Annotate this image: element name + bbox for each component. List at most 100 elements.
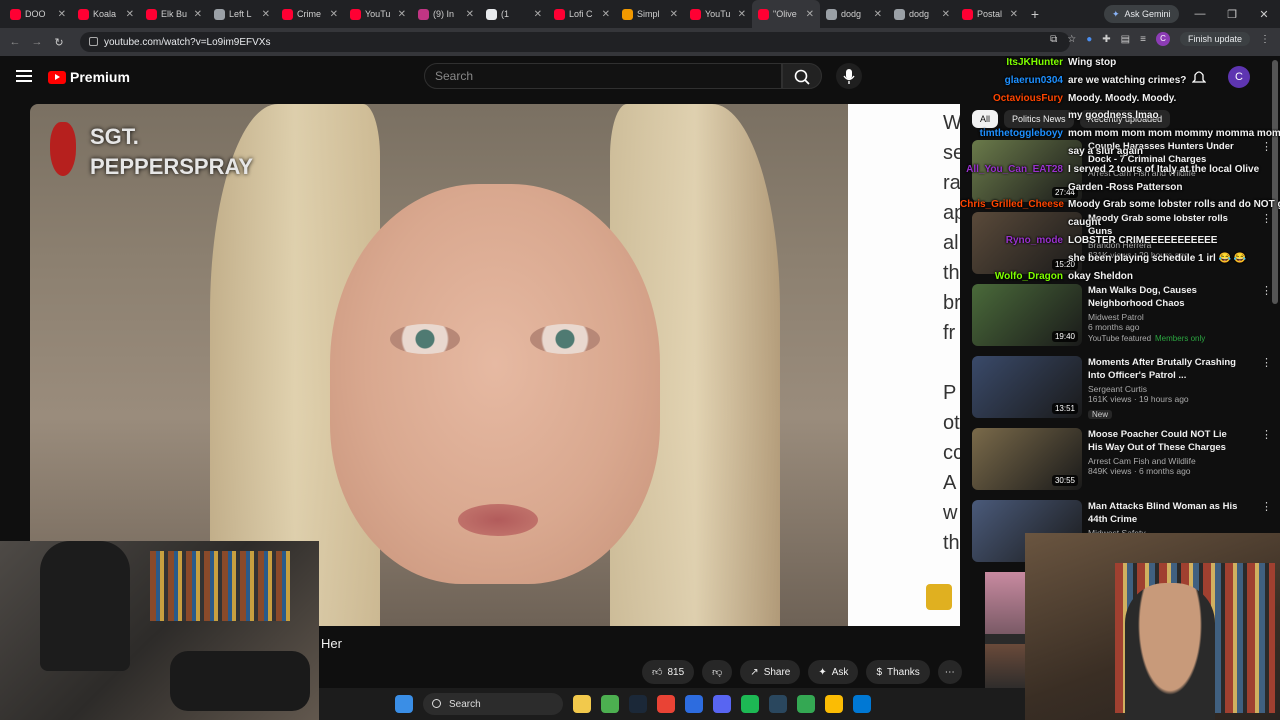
app-icon[interactable] — [685, 695, 703, 713]
recommendation-title[interactable]: Moose Poacher Could NOT Lie His Way Out … — [1088, 428, 1238, 454]
terminal-icon[interactable] — [601, 695, 619, 713]
file-explorer-icon[interactable] — [573, 695, 591, 713]
video-side-text: Wse ra ap al th br fr Pot cc Aw th — [848, 104, 960, 626]
more-options-icon[interactable]: ⋮ — [1261, 500, 1272, 513]
tab-close-icon[interactable]: ✕ — [806, 9, 814, 20]
browser-tab[interactable]: DOO ✕ — [4, 0, 72, 28]
tab-close-icon[interactable]: ✕ — [942, 9, 950, 20]
browser-tab[interactable]: (9) In ✕ — [412, 0, 480, 28]
search-button[interactable] — [782, 63, 822, 89]
chat-message: caught — [960, 214, 1280, 232]
chat-username[interactable]: Wolfo_Dragon — [960, 268, 1068, 286]
tab-close-icon[interactable]: ✕ — [466, 9, 474, 20]
site-info-icon[interactable] — [89, 37, 98, 46]
chat-username[interactable]: Ryno_mode — [960, 232, 1068, 250]
chat-username[interactable]: OctaviousFury — [960, 90, 1068, 108]
browser-tab[interactable]: Elk Bu ✕ — [140, 0, 208, 28]
browser-tab[interactable]: Lofi C ✕ — [548, 0, 616, 28]
forward-icon[interactable]: → — [26, 36, 48, 48]
taskbar-search[interactable]: Search — [423, 693, 563, 715]
extension-icon[interactable]: ● — [1086, 34, 1092, 45]
tab-close-icon[interactable]: ✕ — [874, 9, 882, 20]
dislike-button[interactable]: 👎︎ — [702, 660, 733, 684]
tab-close-icon[interactable]: ✕ — [330, 9, 338, 20]
recommendation-title[interactable]: Moments After Brutally Crashing Into Off… — [1088, 356, 1238, 382]
recommendation-item[interactable]: 30:55 Moose Poacher Could NOT Lie His Way… — [972, 428, 1272, 500]
video-thumbnail[interactable]: 30:55 — [972, 428, 1082, 490]
minimize-icon[interactable]: — — [1184, 8, 1216, 20]
thumbnail-partial-2[interactable] — [985, 644, 1025, 692]
steam-icon-2[interactable] — [769, 695, 787, 713]
finish-update-button[interactable]: Finish update — [1179, 32, 1250, 46]
new-tab-button[interactable]: + — [1024, 6, 1046, 22]
chat-username[interactable]: All_You_Can_EAT28 — [960, 161, 1068, 179]
steam-icon[interactable] — [629, 695, 647, 713]
url-bar[interactable]: youtube.com/watch?v=Lo9im9EFVXs — [80, 32, 1070, 52]
tab-close-icon[interactable]: ✕ — [262, 9, 270, 20]
recommendation-title[interactable]: Man Attacks Blind Woman as His 44th Crim… — [1088, 500, 1238, 526]
windows-start-icon[interactable] — [395, 695, 413, 713]
tab-close-icon[interactable]: ✕ — [398, 9, 406, 20]
tab-favicon-icon — [486, 8, 497, 20]
discord-icon[interactable] — [713, 695, 731, 713]
tab-close-icon[interactable]: ✕ — [126, 9, 134, 20]
browser-tab[interactable]: Koala ✕ — [72, 0, 140, 28]
recommendation-item[interactable]: 13:51 Moments After Brutally Crashing Int… — [972, 356, 1272, 428]
ask-button[interactable]: ✦ Ask — [808, 660, 859, 684]
more-options-icon[interactable]: ⋮ — [1261, 356, 1272, 369]
tab-close-icon[interactable]: ✕ — [738, 9, 746, 20]
tab-close-icon[interactable]: ✕ — [534, 9, 542, 20]
tab-close-icon[interactable]: ✕ — [670, 9, 678, 20]
notes-icon[interactable] — [825, 695, 843, 713]
search-input[interactable]: Search — [424, 63, 782, 89]
browser-tab[interactable]: (1 ✕ — [480, 0, 548, 28]
browser-icon[interactable] — [853, 695, 871, 713]
browser-tab[interactable]: "Olive ✕ — [752, 0, 820, 28]
browser-tab[interactable]: YouTu ✕ — [344, 0, 412, 28]
browser-tab[interactable]: dodg ✕ — [820, 0, 888, 28]
thanks-button[interactable]: $ Thanks — [866, 660, 930, 684]
tab-close-icon[interactable]: ✕ — [194, 9, 202, 20]
media-icon[interactable]: ≡ — [1140, 34, 1146, 45]
ask-gemini-button[interactable]: ✦ Ask Gemini — [1104, 5, 1179, 23]
chrome-icon-2[interactable] — [797, 695, 815, 713]
tab-close-icon[interactable]: ✕ — [1010, 9, 1018, 20]
channel-name[interactable]: Midwest Patrol — [1088, 312, 1238, 322]
browser-tab[interactable]: dodg ✕ — [888, 0, 956, 28]
bookmark-star-icon[interactable]: ☆ — [1067, 34, 1076, 45]
chat-username[interactable]: Chris_Grilled_Cheese — [960, 196, 1068, 214]
restore-icon[interactable]: ❐ — [1216, 8, 1248, 21]
more-options-icon[interactable]: ⋮ — [1261, 428, 1272, 441]
profile-avatar[interactable]: C — [1155, 32, 1170, 46]
reload-icon[interactable]: ↻ — [48, 36, 70, 49]
like-button[interactable]: 👍︎ 815 — [642, 660, 695, 684]
channel-name[interactable]: Arrest Cam Fish and Wildlife — [1088, 456, 1238, 466]
channel-name[interactable]: Sergeant Curtis — [1088, 384, 1238, 394]
browser-tab[interactable]: YouTu ✕ — [684, 0, 752, 28]
browser-tab[interactable]: Crime ✕ — [276, 0, 344, 28]
chat-message: All_You_Can_EAT28 I served 2 tours of Ita… — [960, 161, 1280, 179]
install-icon[interactable]: ⧉ — [1050, 34, 1057, 45]
tab-close-icon[interactable]: ✕ — [602, 9, 610, 20]
share-button[interactable]: ↗ Share — [740, 660, 801, 684]
browser-tab[interactable]: Postal ✕ — [956, 0, 1024, 28]
youtube-logo[interactable]: Premium — [48, 69, 130, 85]
spotify-icon[interactable] — [741, 695, 759, 713]
menu-icon[interactable] — [16, 70, 32, 82]
voice-search-button[interactable] — [836, 63, 862, 89]
puzzle-icon[interactable]: ✚ — [1102, 34, 1110, 45]
thumbnail-partial-1[interactable] — [985, 572, 1025, 634]
tab-close-icon[interactable]: ✕ — [58, 9, 66, 20]
close-window-icon[interactable]: ✕ — [1248, 8, 1280, 21]
browser-menu-icon[interactable]: ⋮ — [1260, 34, 1270, 45]
sidepanel-icon[interactable]: ▤ — [1121, 34, 1130, 45]
chat-username[interactable]: timthetoggleboyy — [960, 125, 1068, 143]
chat-username[interactable]: ItsJKHunter — [960, 54, 1068, 72]
more-actions-button[interactable]: ⋯ — [937, 660, 962, 684]
chat-username[interactable]: glaerun0304 — [960, 72, 1068, 90]
video-thumbnail[interactable]: 13:51 — [972, 356, 1082, 418]
chrome-icon[interactable] — [657, 695, 675, 713]
back-icon[interactable]: ← — [4, 36, 26, 48]
browser-tab[interactable]: Simpl ✕ — [616, 0, 684, 28]
browser-tab[interactable]: Left L ✕ — [208, 0, 276, 28]
